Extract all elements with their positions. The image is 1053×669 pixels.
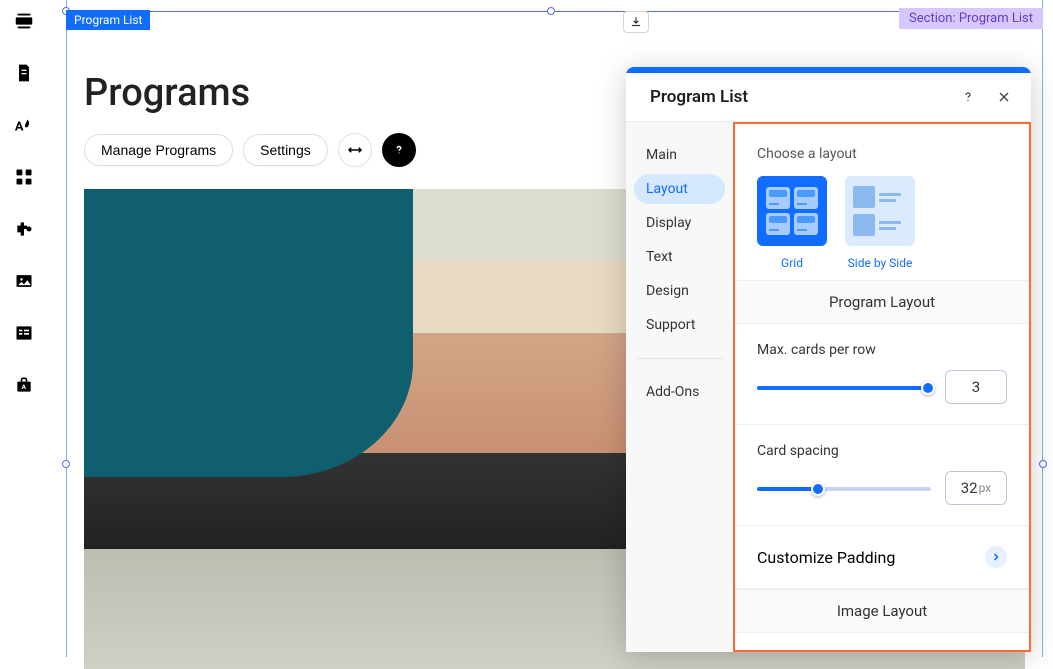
customize-padding-row[interactable]: Customize Padding bbox=[735, 526, 1029, 589]
panel-help-icon[interactable] bbox=[959, 88, 977, 106]
close-icon[interactable] bbox=[995, 88, 1013, 106]
svg-text:A: A bbox=[15, 120, 24, 135]
layers-icon[interactable] bbox=[13, 10, 35, 32]
extension-icon[interactable] bbox=[13, 218, 35, 240]
help-button[interactable] bbox=[382, 133, 416, 167]
layout-option-grid-label: Grid bbox=[781, 256, 803, 270]
nav-support[interactable]: Support bbox=[634, 310, 725, 340]
nav-design[interactable]: Design bbox=[634, 276, 725, 306]
svg-text:A: A bbox=[22, 383, 27, 391]
shape-label: Shape bbox=[735, 633, 1029, 652]
stretch-button[interactable] bbox=[338, 133, 372, 167]
editor-canvas: Program List Section: Program List Progr… bbox=[48, 0, 1053, 657]
max-cards-input[interactable]: 3 bbox=[945, 370, 1007, 404]
theme-icon[interactable]: A bbox=[13, 114, 35, 136]
nav-text[interactable]: Text bbox=[634, 242, 725, 272]
max-cards-label: Max. cards per row bbox=[757, 342, 1007, 358]
data-icon[interactable] bbox=[13, 322, 35, 344]
card-spacing-input[interactable]: 32px bbox=[945, 471, 1007, 505]
layout-option-grid[interactable]: Grid bbox=[757, 176, 827, 270]
card-spacing-control: Card spacing 32px bbox=[735, 425, 1029, 526]
nav-main[interactable]: Main bbox=[634, 140, 725, 170]
media-icon[interactable] bbox=[13, 270, 35, 292]
panel-nav: Main Layout Display Text Design Support … bbox=[626, 122, 733, 652]
image-layout-header: Image Layout bbox=[735, 589, 1029, 633]
program-layout-header: Program Layout bbox=[735, 280, 1029, 324]
nav-addons[interactable]: Add-Ons bbox=[634, 377, 725, 407]
choose-layout-label: Choose a layout bbox=[757, 146, 1007, 162]
nav-layout[interactable]: Layout bbox=[634, 174, 725, 204]
chevron-right-icon bbox=[985, 546, 1007, 568]
card-spacing-slider[interactable] bbox=[757, 478, 931, 498]
manage-programs-button[interactable]: Manage Programs bbox=[84, 134, 233, 166]
settings-panel: Program List Main Layout Display Text De… bbox=[626, 67, 1031, 652]
panel-header: Program List bbox=[626, 73, 1031, 122]
settings-button[interactable]: Settings bbox=[243, 134, 328, 166]
left-toolbar: A A bbox=[0, 0, 48, 657]
layout-option-side-label: Side by Side bbox=[848, 256, 913, 270]
apps-icon[interactable] bbox=[13, 166, 35, 188]
max-cards-control: Max. cards per row 3 bbox=[735, 324, 1029, 425]
business-icon[interactable]: A bbox=[13, 374, 35, 396]
card-spacing-label: Card spacing bbox=[757, 443, 1007, 459]
panel-content: Choose a layout Grid bbox=[733, 122, 1031, 652]
max-cards-slider[interactable] bbox=[757, 377, 931, 397]
page-icon[interactable] bbox=[13, 62, 35, 84]
panel-title: Program List bbox=[650, 87, 748, 107]
customize-padding-label: Customize Padding bbox=[757, 548, 895, 567]
layout-option-side[interactable]: Side by Side bbox=[845, 176, 915, 270]
nav-separator bbox=[636, 358, 723, 359]
nav-display[interactable]: Display bbox=[634, 208, 725, 238]
